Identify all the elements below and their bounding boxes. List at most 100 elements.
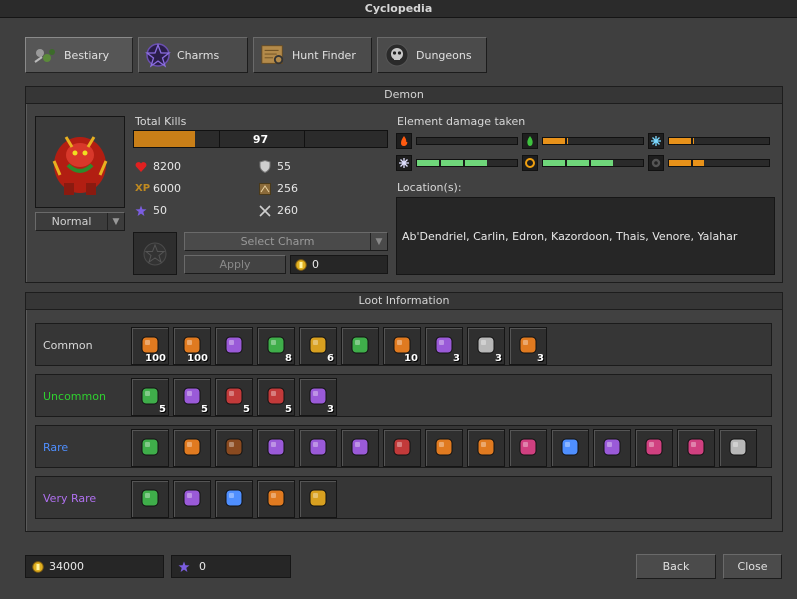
- loot-row-label: Common: [43, 339, 93, 352]
- tab-bestiary[interactable]: Bestiary: [25, 37, 133, 73]
- fire-icon: [396, 133, 412, 149]
- loot-slot[interactable]: 5: [257, 378, 295, 416]
- dungeons-icon: [384, 42, 410, 68]
- armor-stat: 55: [259, 160, 291, 173]
- loot-slot[interactable]: 10: [383, 327, 421, 365]
- loot-row-rare: Rare: [35, 425, 772, 468]
- red-gem-icon: [221, 434, 247, 463]
- loot-slot[interactable]: [131, 429, 169, 467]
- loot-slot[interactable]: [383, 429, 421, 467]
- loot-row-label: Rare: [43, 441, 69, 454]
- loot-slot[interactable]: 3: [467, 327, 505, 365]
- loot-slot[interactable]: [551, 429, 589, 467]
- charm-slot[interactable]: [133, 232, 177, 275]
- ice-icon: [648, 133, 664, 149]
- charm-points-balance: 0: [171, 555, 291, 578]
- loot-row-uncommon: Uncommon 5 5 5 5 3: [35, 374, 772, 417]
- loot-slot[interactable]: 6: [299, 327, 337, 365]
- spellbook-icon: [137, 434, 163, 463]
- loot-slot[interactable]: [341, 429, 379, 467]
- loot-slot[interactable]: [257, 480, 295, 518]
- loot-row-common: Common 100 100 8 6 10 3 3 3: [35, 323, 772, 366]
- loot-slot[interactable]: 100: [173, 327, 211, 365]
- item-count: 5: [201, 404, 208, 415]
- element-bar-fill: [543, 160, 613, 166]
- item-count: 100: [145, 353, 166, 364]
- loot-slot[interactable]: 3: [509, 327, 547, 365]
- magic-plate-armor-icon: [179, 485, 205, 514]
- select-charm-label: Select Charm: [240, 235, 315, 248]
- difficulty-value: Normal: [51, 215, 92, 228]
- element-bar-earth: [542, 137, 644, 145]
- loot-slot[interactable]: 5: [215, 378, 253, 416]
- element-bar-ice: [668, 137, 770, 145]
- loot-slot[interactable]: [173, 480, 211, 518]
- shield-icon: [259, 160, 271, 173]
- health-stat: 8200: [135, 160, 181, 173]
- empty-charm-icon: [143, 242, 167, 265]
- tab-label: Bestiary: [64, 48, 110, 62]
- demon-trophy-icon: [305, 485, 331, 514]
- back-button[interactable]: Back: [636, 554, 716, 579]
- loot-slot[interactable]: 8: [257, 327, 295, 365]
- loot-slot[interactable]: [173, 429, 211, 467]
- loot-slot[interactable]: [215, 327, 253, 365]
- loot-row-label: Uncommon: [43, 390, 106, 403]
- loot-slot[interactable]: [467, 429, 505, 467]
- loot-slot[interactable]: [719, 429, 757, 467]
- loot-items: 100 100 8 6 10 3 3 3: [131, 327, 547, 365]
- loot-slot[interactable]: [635, 429, 673, 467]
- giant-sword-icon: [515, 434, 541, 463]
- hunt-finder-icon: [260, 42, 286, 68]
- tab-charms[interactable]: Charms: [138, 37, 248, 73]
- golden-legs-icon: [137, 485, 163, 514]
- ring-icon: [263, 434, 289, 463]
- element-bar-energy: [416, 159, 518, 167]
- loot-slot[interactable]: [131, 480, 169, 518]
- select-charm-dropdown[interactable]: Select Charm ▼: [184, 232, 388, 251]
- loot-slot[interactable]: [299, 429, 337, 467]
- tab-hunt-finder[interactable]: Hunt Finder: [253, 37, 372, 73]
- loot-slot[interactable]: 5: [131, 378, 169, 416]
- loot-items: 5 5 5 5 3: [131, 378, 337, 416]
- item-count: 5: [159, 404, 166, 415]
- item-count: 6: [327, 353, 334, 364]
- loot-slot[interactable]: [257, 429, 295, 467]
- loot-slot[interactable]: [509, 429, 547, 467]
- loot-slot[interactable]: [593, 429, 631, 467]
- speed-stat: 256: [259, 182, 298, 195]
- loot-slot[interactable]: [425, 429, 463, 467]
- creature-name: Demon: [26, 87, 782, 104]
- loot-slot[interactable]: [215, 429, 253, 467]
- earth-icon: [522, 133, 538, 149]
- loot-items: [131, 480, 337, 518]
- loot-slot[interactable]: [299, 480, 337, 518]
- item-count: 8: [285, 353, 292, 364]
- loot-row-very-rare: Very Rare: [35, 476, 772, 519]
- charm-star-icon: [178, 561, 190, 572]
- mastermind-shield-icon: [221, 485, 247, 514]
- apply-button[interactable]: Apply: [184, 255, 286, 274]
- loot-slot[interactable]: 5: [173, 378, 211, 416]
- loot-slot[interactable]: [215, 480, 253, 518]
- loot-row-label: Very Rare: [43, 492, 97, 505]
- charm-star-icon: [135, 205, 147, 216]
- charms-icon: [145, 42, 171, 68]
- element-bar-death: [668, 159, 770, 167]
- speed-icon: [259, 182, 271, 195]
- defense-stat: 260: [259, 204, 298, 217]
- loot-slot[interactable]: [341, 327, 379, 365]
- loot-slot[interactable]: 3: [425, 327, 463, 365]
- loot-slot[interactable]: 100: [131, 327, 169, 365]
- loot-slot[interactable]: [677, 429, 715, 467]
- demonrage-sword-icon: [263, 485, 289, 514]
- fire-axe-weapon-icon: [641, 434, 667, 463]
- tab-dungeons[interactable]: Dungeons: [377, 37, 487, 73]
- ice-rapier-icon: [557, 434, 583, 463]
- element-bar-fill: [417, 160, 487, 166]
- tab-label: Hunt Finder: [292, 48, 356, 62]
- difficulty-select[interactable]: Normal ▼: [35, 212, 125, 231]
- close-button[interactable]: Close: [723, 554, 782, 579]
- gold-coin-icon: [32, 560, 44, 573]
- loot-slot[interactable]: 3: [299, 378, 337, 416]
